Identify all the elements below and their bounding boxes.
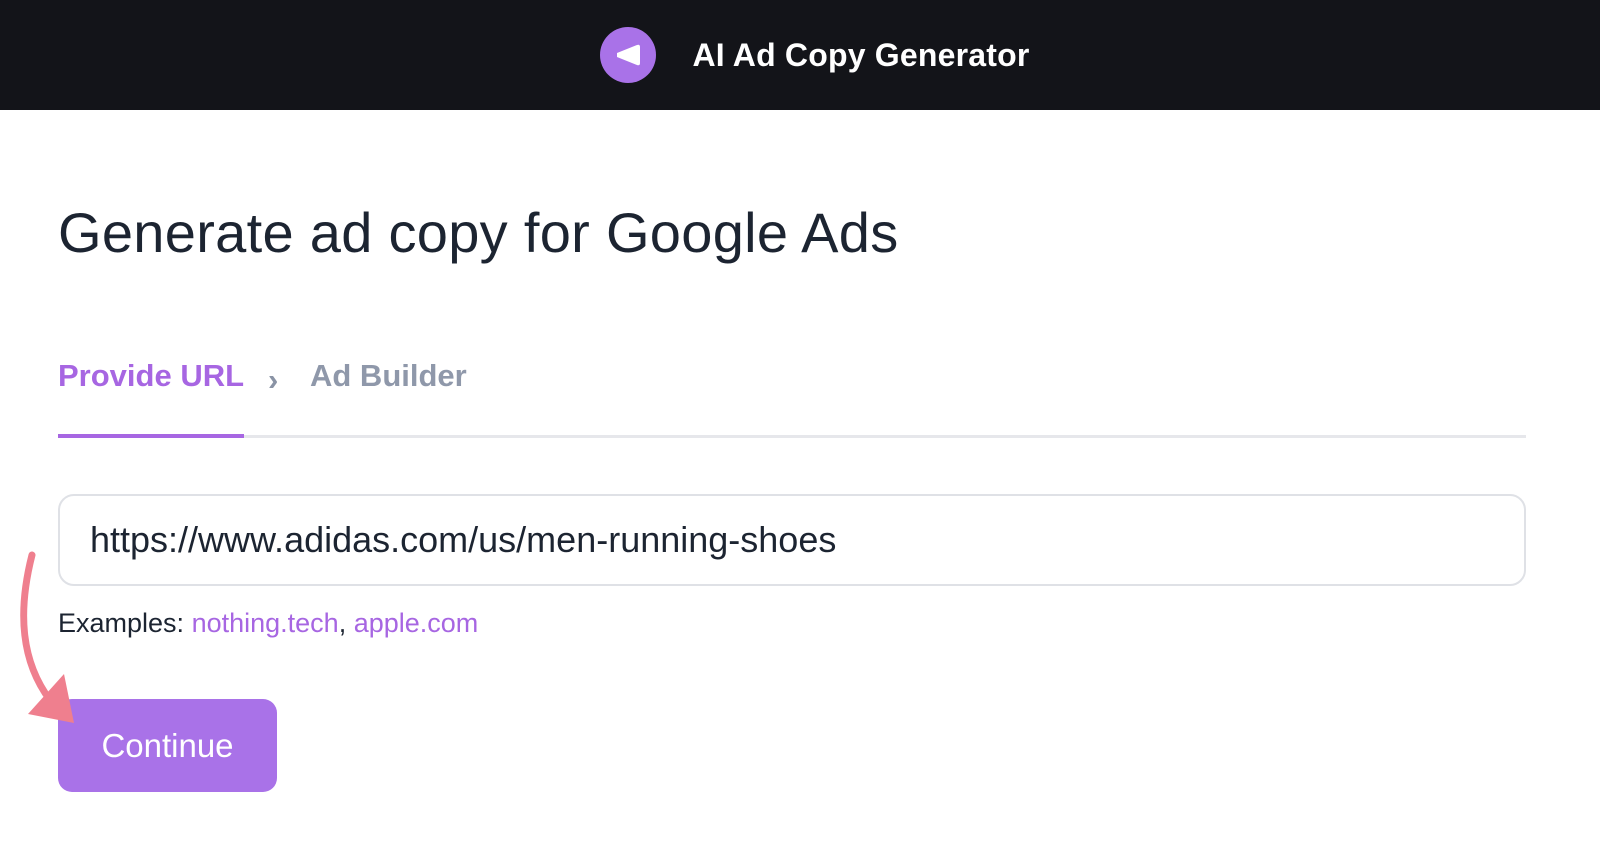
example-link-apple[interactable]: apple.com xyxy=(354,608,479,638)
examples-separator: , xyxy=(338,608,354,638)
megaphone-icon xyxy=(600,27,657,83)
top-bar: AI Ad Copy Generator xyxy=(0,0,1600,110)
app-title: AI Ad Copy Generator xyxy=(692,36,1030,73)
step-tabs: Provide URL › Ad Builder xyxy=(58,350,1526,438)
megaphone-icon-shape xyxy=(617,44,641,66)
arrow-shaft xyxy=(20,551,54,704)
tab-ad-builder[interactable]: Ad Builder xyxy=(310,358,467,394)
url-input[interactable] xyxy=(58,494,1526,586)
brand: AI Ad Copy Generator xyxy=(600,27,1029,83)
chevron-right-icon: › xyxy=(268,362,279,397)
examples-hint: Examples: nothing.tech, apple.com xyxy=(58,608,478,639)
example-link-nothing[interactable]: nothing.tech xyxy=(192,608,339,638)
curved-arrow-icon xyxy=(20,551,74,723)
tab-provide-url[interactable]: Provide URL xyxy=(58,358,245,438)
page-title: Generate ad copy for Google Ads xyxy=(58,201,899,264)
